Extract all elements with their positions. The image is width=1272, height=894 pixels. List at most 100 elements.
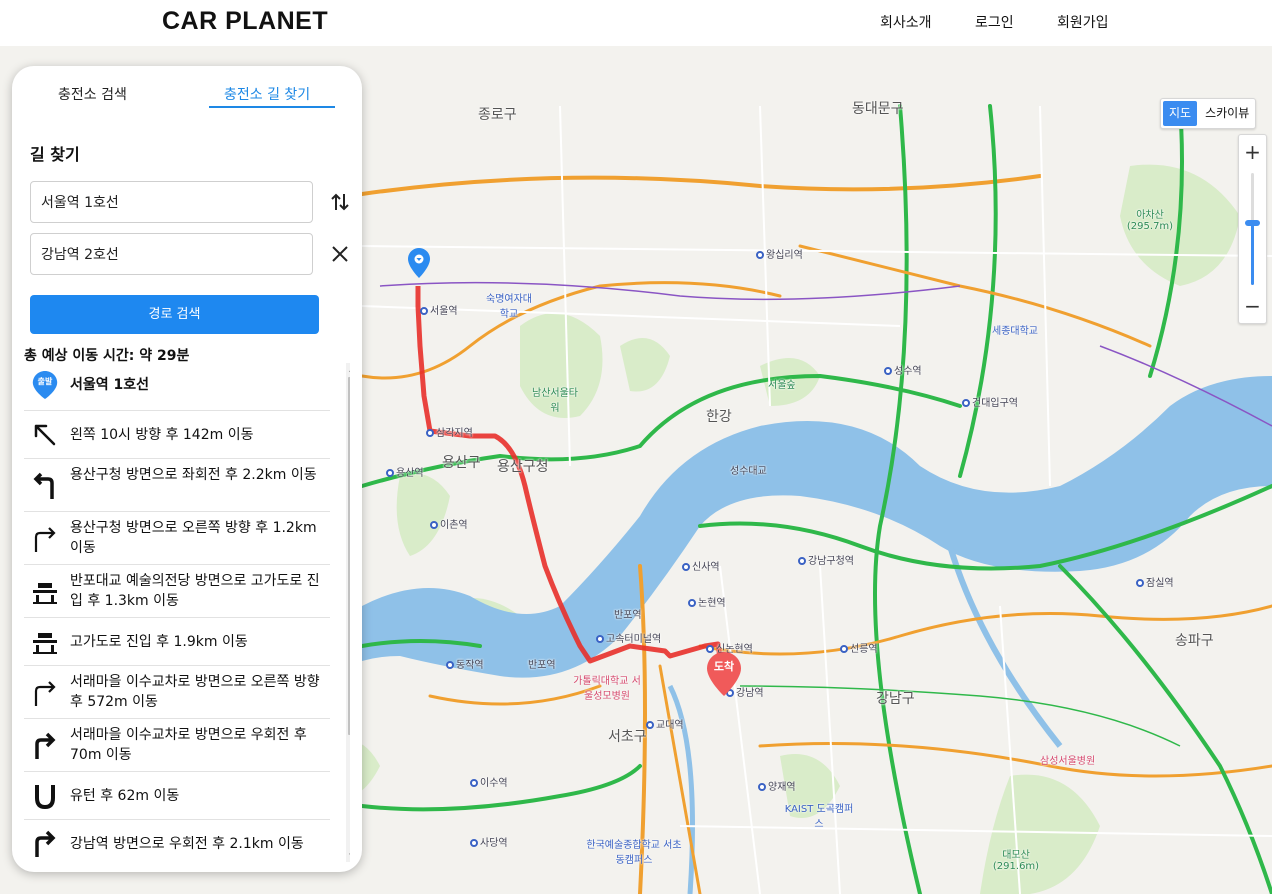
- map-label-yangjae: 양재역: [758, 778, 796, 793]
- step-text: 고가도로 진입 후 1.9km 이동: [70, 634, 248, 650]
- map-label-samgakji: 삼각지역: [426, 424, 473, 439]
- route-step: 왼쪽 10시 방향 후 142m 이동: [24, 411, 330, 459]
- map-label-yongsan-gu: 용산구: [442, 455, 481, 471]
- scroll-up-icon[interactable]: ▲: [346, 363, 350, 375]
- scroll-thumb[interactable]: [348, 377, 350, 735]
- route-step: 고가도로 진입 후 1.9km 이동: [24, 618, 330, 666]
- step-text: 용산구청 방면으로 오른쪽 방향 후 1.2km 이동: [70, 520, 317, 556]
- step-text: 서래마을 이수교차로 방면으로 우회전 후 70m 이동: [70, 727, 307, 763]
- map-label-namsan: 남산서울타워: [532, 388, 578, 414]
- map-label-jongno: 종로구: [478, 107, 517, 123]
- swap-vertical-icon: [331, 193, 349, 211]
- map-label-seocho: 서초구: [608, 729, 647, 745]
- route-search-button[interactable]: 경로 검색: [30, 295, 319, 334]
- map-type-map-button[interactable]: 지도: [1163, 101, 1198, 126]
- route-steps-list[interactable]: 출발 서울역 1호선 왼쪽 10시 방향 후 142m 이동 용산구청 방면으로…: [24, 363, 350, 862]
- map-label-sejong: 세종대학교: [992, 326, 1038, 337]
- route-step: 용산구청 방면으로 오른쪽 방향 후 1.2km 이동: [24, 512, 330, 565]
- brand-logo[interactable]: CAR PLANET: [162, 7, 328, 36]
- map-label-sinsa: 신사역: [682, 558, 720, 573]
- origin-marker[interactable]: [408, 248, 430, 278]
- step-text: 강남역 방면으로 우회전 후 2.1km 이동: [70, 836, 304, 852]
- map-label-yongsan-station: 용산역: [386, 464, 424, 479]
- map-label-hospital: 가톨릭대학교 서울성모병원: [573, 676, 641, 702]
- map-label-ichon: 이촌역: [430, 516, 468, 531]
- tab-station-route[interactable]: 충전소 길 찾기: [224, 84, 310, 104]
- overpass-icon: [33, 583, 57, 604]
- top-header: CAR PLANET 회사소개 로그인 회원가입: [0, 0, 1272, 46]
- route-step: 서래마을 이수교차로 방면으로 우회전 후 70m 이동: [24, 719, 330, 772]
- route-step: 용산구청 방면으로 좌회전 후 2.2km 이동: [24, 459, 330, 512]
- zoom-slider-handle[interactable]: [1245, 220, 1260, 227]
- arrow-up-left-icon: [34, 424, 56, 446]
- map-label-songpa: 송파구: [1175, 633, 1214, 649]
- map-label-achasan: 아차산 (295.7m): [1126, 210, 1174, 232]
- route-panel: 충전소 검색 충전소 길 찾기 길 찾기 경로 검색 총 예상 이동 시간: 약…: [12, 66, 362, 872]
- step-text: 서울역 1호선: [70, 377, 150, 393]
- nav-signup[interactable]: 회원가입: [1057, 12, 1109, 32]
- route-step: 출발 서울역 1호선: [24, 363, 330, 411]
- scroll-down-icon[interactable]: ▼: [346, 850, 350, 862]
- map-label-gangnamgucheong: 강남구청역: [798, 552, 854, 567]
- origin-input[interactable]: [30, 181, 313, 223]
- map-label-kyodae: 교대역: [646, 716, 684, 731]
- steps-scrollbar[interactable]: ▲ ▼: [346, 363, 350, 862]
- map-label-wangsimni: 왕십리역: [756, 246, 803, 261]
- map-pin-icon: [408, 248, 430, 278]
- map-label-nonhyeon: 논현역: [688, 594, 726, 609]
- section-title: 길 찾기: [30, 145, 80, 164]
- destination-input[interactable]: [30, 233, 313, 275]
- route-step: 반포대교 예술의전당 방면으로 고가도로 진입 후 1.3km 이동: [24, 565, 330, 618]
- map-type-skyview-button[interactable]: 스카이뷰: [1199, 99, 1255, 128]
- total-time: 총 예상 이동 시간: 약 29분: [24, 348, 190, 364]
- zoom-control: + −: [1238, 134, 1267, 324]
- map-label-seongsu-bridge: 성수대교: [730, 466, 767, 477]
- zoom-in-button[interactable]: +: [1239, 137, 1266, 167]
- close-icon: [332, 246, 348, 262]
- zoom-track-fill: [1251, 223, 1254, 285]
- map-label-seoul-station: 서울역: [420, 302, 458, 317]
- map-label-daemosan: 대모산 (291.6m): [992, 850, 1040, 872]
- map-label-yongsan-office: 용산구청: [497, 459, 549, 475]
- zoom-out-button[interactable]: −: [1239, 291, 1266, 321]
- map-label-isu: 이수역: [470, 774, 508, 789]
- map-label-art-school: 한국예술종합학교 서초동캠퍼스: [586, 840, 682, 866]
- route-step: 강남역 방면으로 우회전 후 2.1km 이동: [24, 820, 330, 862]
- map-label-samsung-hospital: 삼성서울병원: [1040, 756, 1096, 767]
- step-text: 용산구청 방면으로 좌회전 후 2.2km 이동: [70, 467, 317, 483]
- nav-login[interactable]: 로그인: [975, 12, 1014, 32]
- turn-right-bold-icon: [35, 732, 56, 759]
- map-label-hangang: 한강: [706, 409, 732, 425]
- route-step: 유턴 후 62m 이동: [24, 772, 330, 820]
- step-text: 반포대교 예술의전당 방면으로 고가도로 진입 후 1.3km 이동: [70, 573, 320, 609]
- overpass-icon: [33, 633, 57, 654]
- clear-button[interactable]: [328, 242, 352, 266]
- step-text: 서래마을 이수교차로 방면으로 오른쪽 방향 후 572m 이동: [70, 674, 320, 710]
- map-label-dongjak: 동작역: [446, 656, 484, 671]
- map-label-jamsil: 잠실역: [1136, 574, 1174, 589]
- turn-right-bold-icon: [35, 830, 56, 857]
- swap-button[interactable]: [328, 190, 352, 214]
- map-label-sookmyung: 숙명여자대학교: [486, 294, 532, 320]
- map-label-dongdaemun: 동대문구: [852, 101, 904, 117]
- map-label-konkuk: 건대입구역: [962, 394, 1018, 409]
- map-label-kaist: KAIST 도곡캠퍼스: [784, 804, 854, 830]
- step-text: 왼쪽 10시 방향 후 142m 이동: [70, 427, 254, 443]
- map-label-sadang: 사당역: [470, 834, 508, 849]
- nav-about[interactable]: 회사소개: [880, 12, 932, 32]
- tab-station-search[interactable]: 충전소 검색: [58, 84, 127, 104]
- u-turn-icon: [35, 785, 55, 810]
- map-label-banpo: 반포역: [614, 610, 642, 621]
- route-step: 서래마을 이수교차로 방면으로 오른쪽 방향 후 572m 이동: [24, 666, 330, 719]
- destination-marker[interactable]: 도착: [707, 652, 741, 696]
- destination-label: 도착: [713, 660, 735, 673]
- map-label-sungsu: 성수역: [884, 362, 922, 377]
- start-badge-label: 출발: [37, 377, 53, 386]
- map-label-seolleung: 선릉역: [840, 640, 878, 655]
- turn-right-icon: [34, 681, 56, 706]
- map-type-toggle: 지도 스카이뷰: [1160, 98, 1257, 129]
- turn-left-icon: [33, 472, 54, 499]
- turn-right-icon: [34, 527, 56, 552]
- map-label-gangnam-gu: 강남구: [876, 691, 915, 707]
- map-label-seoul-forest: 서울숲: [768, 380, 796, 391]
